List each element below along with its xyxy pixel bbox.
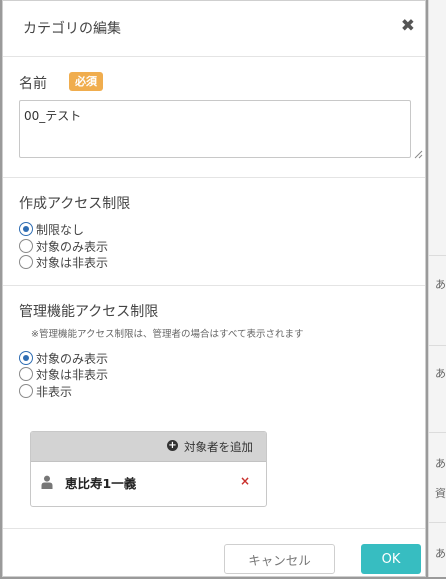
- plus-circle-icon[interactable]: +: [167, 440, 178, 451]
- background-divider: [429, 255, 446, 256]
- cancel-button[interactable]: キャンセル: [224, 544, 335, 574]
- target-list-panel: + 対象者を追加 恵比寿1一義 ×: [30, 431, 267, 507]
- radio-button[interactable]: [19, 222, 33, 236]
- radio-button[interactable]: [19, 384, 33, 398]
- create-access-option-target-hidden[interactable]: 対象は非表示: [19, 254, 108, 270]
- radio-button[interactable]: [19, 239, 33, 253]
- resize-handle-icon[interactable]: [413, 149, 423, 159]
- background-page-strip: あ あ あ 資 あ: [428, 0, 446, 577]
- name-label: 名前: [19, 76, 47, 92]
- edit-category-dialog: カテゴリの編集 ✖ 名前 必須 作成アクセス制限 制限なし 対象のみ表示 対象は…: [2, 0, 426, 577]
- radio-label: 対象のみ表示: [36, 239, 109, 254]
- admin-access-title: 管理機能アクセス制限: [19, 304, 159, 320]
- section-divider: [3, 285, 425, 286]
- name-textarea[interactable]: [19, 100, 411, 158]
- target-user-name: 恵比寿1一義: [65, 476, 137, 491]
- admin-access-option-hidden[interactable]: 非表示: [19, 383, 72, 399]
- radio-button[interactable]: [19, 255, 33, 269]
- add-target-button[interactable]: 対象者を追加: [184, 439, 253, 455]
- background-text: 資: [435, 487, 446, 500]
- remove-target-icon[interactable]: ×: [240, 474, 250, 488]
- radio-label: 対象は非表示: [36, 367, 109, 382]
- radio-button[interactable]: [19, 367, 33, 381]
- close-icon[interactable]: ✖: [401, 16, 415, 36]
- admin-access-option-target-only[interactable]: 対象のみ表示: [19, 350, 108, 366]
- required-badge: 必須: [69, 72, 103, 91]
- target-list-header: + 対象者を追加: [31, 432, 266, 462]
- background-text: あ: [435, 457, 446, 470]
- create-access-option-target-only[interactable]: 対象のみ表示: [19, 238, 108, 254]
- background-divider: [429, 345, 446, 346]
- create-access-title: 作成アクセス制限: [19, 196, 131, 212]
- dialog-footer: キャンセル OK: [3, 528, 425, 579]
- radio-label: 非表示: [36, 384, 73, 399]
- background-text: あ: [435, 367, 446, 380]
- create-access-option-none[interactable]: 制限なし: [19, 221, 84, 237]
- background-divider: [429, 522, 446, 523]
- background-text: あ: [435, 547, 446, 560]
- ok-button[interactable]: OK: [361, 544, 421, 574]
- background-divider: [429, 432, 446, 433]
- dialog-header: カテゴリの編集 ✖: [3, 1, 425, 57]
- admin-access-option-target-hidden[interactable]: 対象は非表示: [19, 366, 108, 382]
- section-divider: [3, 177, 425, 178]
- radio-label: 対象は非表示: [36, 255, 109, 270]
- radio-label: 対象のみ表示: [36, 351, 109, 366]
- admin-access-note: ※管理機能アクセス制限は、管理者の場合はすべて表示されます: [31, 329, 304, 340]
- dialog-title: カテゴリの編集: [23, 21, 121, 37]
- radio-button[interactable]: [19, 351, 33, 365]
- background-text: あ: [435, 278, 446, 291]
- person-icon: [41, 475, 53, 489]
- radio-label: 制限なし: [36, 222, 85, 237]
